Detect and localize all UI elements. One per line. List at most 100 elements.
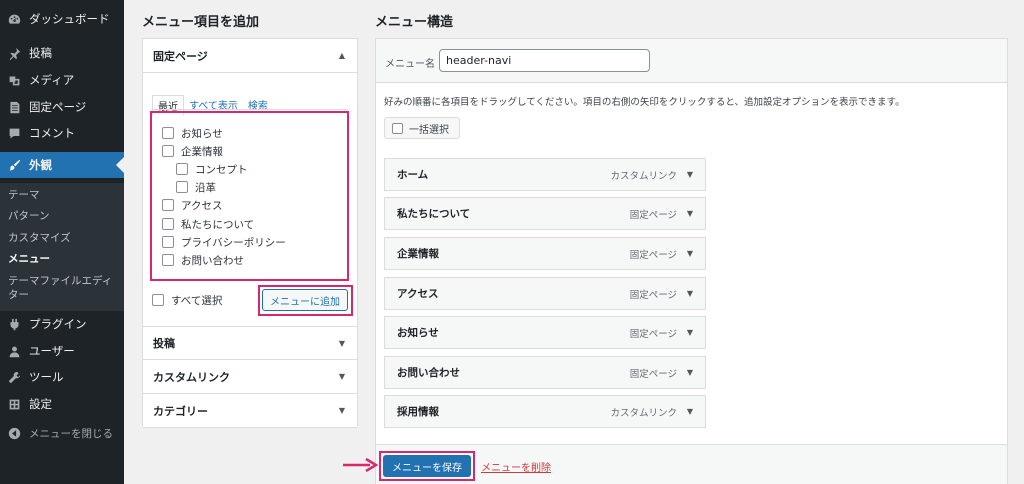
sidebar-item-dashboard[interactable]: ダッシュボード [0, 6, 124, 32]
dashboard-icon [8, 13, 21, 26]
expand-arrow-icon[interactable]: ▼ [687, 407, 693, 416]
menu-item-type: カスタムリンク [610, 407, 677, 419]
sidebar-label-settings: 設定 [29, 397, 52, 411]
sidebar-label-users: ユーザー [29, 344, 75, 358]
accordion-posts[interactable]: 投稿 ▼ [143, 326, 357, 360]
menu-item-row[interactable]: お問い合わせ 固定ページ ▼ [384, 356, 706, 389]
accordion-custom-links[interactable]: カスタムリンク ▼ [143, 360, 357, 394]
menu-item-row[interactable]: お知らせ 固定ページ ▼ [384, 316, 706, 349]
sidebar-item-posts[interactable]: 投稿 [0, 40, 124, 66]
menu-item-row[interactable]: 採用情報 カスタムリンク ▼ [384, 395, 706, 428]
expand-arrow-icon[interactable]: ▼ [687, 170, 693, 179]
sidebar-label-comments: コメント [29, 126, 75, 140]
page-label: プライバシーポリシー [181, 236, 286, 249]
submenu-item-theme-editor[interactable]: テーマファイルエディター [8, 274, 120, 302]
checkbox[interactable] [162, 145, 174, 157]
expand-arrow-icon[interactable]: ▼ [687, 289, 693, 298]
accordion-pages[interactable]: 固定ページ ▲ [143, 39, 357, 73]
submenu-item-themes[interactable]: テーマ [8, 188, 120, 202]
checkbox[interactable] [162, 218, 174, 230]
expand-arrow-icon[interactable]: ▼ [687, 368, 693, 377]
collapse-up-icon: ▲ [338, 51, 345, 60]
expand-down-icon: ▼ [338, 338, 345, 348]
save-menu-button[interactable]: メニューを保存 [383, 455, 471, 477]
admin-sidebar: ダッシュボード 投稿 メディア 固定ページ コメント 外観 テーマ パターン カ… [0, 0, 124, 484]
checkbox[interactable] [162, 127, 174, 139]
menu-item-title: ホーム [397, 169, 429, 181]
menu-item-row[interactable]: 私たちについて 固定ページ ▼ [384, 197, 706, 230]
checkbox[interactable] [162, 254, 174, 266]
expand-arrow-icon[interactable]: ▼ [687, 328, 693, 337]
sidebar-item-tools[interactable]: ツール [0, 364, 124, 390]
page-checkbox-row[interactable]: 沿革 [176, 180, 216, 194]
sidebar-item-media[interactable]: メディア [0, 67, 124, 93]
bulk-select-button[interactable]: 一括選択 [384, 117, 460, 139]
sidebar-item-settings[interactable]: 設定 [0, 391, 124, 417]
menu-item-row[interactable]: ホーム カスタムリンク ▼ [384, 158, 706, 191]
page-checkbox-row[interactable]: お知らせ [162, 126, 223, 140]
submenu-item-customize[interactable]: カスタマイズ [8, 231, 120, 245]
page-checkbox-row[interactable]: お問い合わせ [162, 253, 244, 267]
sidebar-label-pages: 固定ページ [29, 100, 87, 114]
page-label: お知らせ [181, 127, 223, 140]
checkbox[interactable] [162, 199, 174, 211]
checkbox[interactable] [176, 181, 188, 193]
sidebar-label-media: メディア [29, 73, 75, 87]
plugin-icon [8, 318, 21, 331]
menu-name-input[interactable]: header-navi [439, 49, 650, 72]
menu-item-type: 固定ページ [629, 289, 677, 301]
sidebar-item-users[interactable]: ユーザー [0, 338, 124, 364]
media-icon [8, 74, 21, 87]
sidebar-item-plugins[interactable]: プラグイン [0, 311, 124, 337]
page-checkbox-row[interactable]: 私たちについて [162, 217, 254, 231]
expand-arrow-icon[interactable]: ▼ [687, 209, 693, 218]
sidebar-item-pages[interactable]: 固定ページ [0, 94, 124, 120]
select-all-checkbox[interactable] [152, 294, 164, 306]
collapse-arrow-icon [8, 427, 21, 440]
expand-arrow-icon[interactable]: ▼ [687, 249, 693, 258]
page-checkbox-row[interactable]: 企業情報 [162, 144, 223, 158]
menu-item-title: お問い合わせ [397, 367, 460, 379]
sidebar-label-tools: ツール [29, 370, 64, 384]
menu-item-title: お知らせ [397, 327, 439, 339]
menu-item-title: 私たちについて [397, 208, 471, 220]
submenu-item-patterns[interactable]: パターン [8, 209, 120, 223]
collapse-label: メニューを閉じる [29, 427, 113, 440]
page-icon [8, 101, 21, 114]
wrench-icon [8, 371, 21, 384]
sidebar-label-posts: 投稿 [29, 46, 52, 60]
page-checkbox-row[interactable]: プライバシーポリシー [162, 235, 286, 249]
menu-item-row[interactable]: アクセス 固定ページ ▼ [384, 277, 706, 310]
comment-icon [8, 127, 21, 140]
menu-item-type: 固定ページ [629, 209, 677, 221]
page-label: コンセプト [195, 163, 248, 176]
accordion-categories[interactable]: カテゴリー ▼ [143, 394, 357, 428]
delete-menu-link[interactable]: メニューを削除 [481, 459, 551, 474]
sidebar-label-dashboard: ダッシュボード [29, 12, 110, 26]
page-checkbox-row[interactable]: アクセス [162, 198, 222, 212]
page-checkbox-row[interactable]: コンセプト [176, 162, 248, 176]
menu-item-row[interactable]: 企業情報 固定ページ ▼ [384, 237, 706, 270]
accordion-categories-label: カテゴリー [153, 404, 208, 418]
menu-name-label: メニュー名 [385, 59, 435, 70]
menu-structure-panel: メニュー名 header-navi 好みの順番に各項目をドラッグしてください。項… [375, 38, 1008, 484]
add-menu-items-heading: メニュー項目を追加 [142, 15, 260, 30]
menu-item-type: 固定ページ [629, 368, 677, 380]
sidebar-item-appearance[interactable]: 外観 [0, 152, 124, 178]
expand-down-icon: ▼ [338, 372, 345, 381]
accordion-posts-label: 投稿 [153, 337, 175, 350]
sidebar-label-appearance: 外観 [29, 158, 52, 172]
tab-divider [152, 109, 348, 110]
expand-down-icon: ▼ [338, 406, 345, 415]
submenu-item-menus[interactable]: メニュー [8, 252, 120, 266]
checkbox[interactable] [162, 236, 174, 248]
add-to-menu-button[interactable]: メニューに追加 [262, 289, 348, 311]
sidebar-item-comments[interactable]: コメント [0, 120, 124, 146]
checkbox[interactable] [176, 163, 188, 175]
collapse-menu-button[interactable]: メニューを閉じる [0, 420, 124, 446]
settings-icon [8, 398, 21, 411]
bulk-select-checkbox[interactable] [392, 122, 403, 134]
page-label: アクセス [181, 199, 223, 212]
select-all-row[interactable]: すべて選択 [152, 293, 222, 307]
page-label: お問い合わせ [181, 254, 244, 267]
